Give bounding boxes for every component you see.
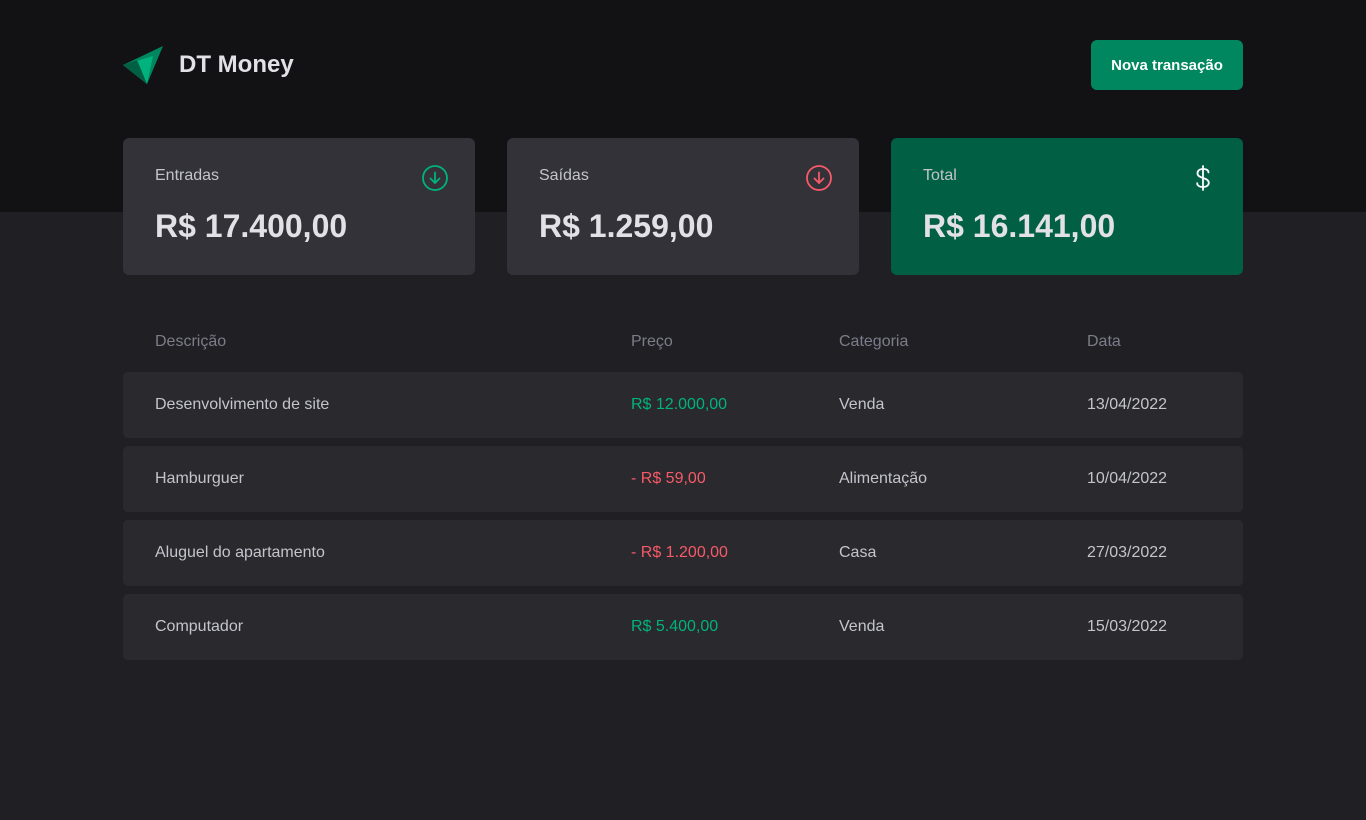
transaction-description: Hamburguer — [155, 470, 244, 487]
total-card: Total R$ 16.141,00 — [891, 138, 1243, 275]
transaction-price: R$ 5.400,00 — [631, 618, 719, 635]
transaction-date: 15/03/2022 — [1087, 618, 1168, 635]
outcome-value: R$ 1.259,00 — [539, 208, 714, 244]
transaction-price: - R$ 59,00 — [631, 470, 706, 487]
table-row[interactable]: Desenvolvimento de site R$ 12.000,00 Ven… — [123, 372, 1243, 438]
total-label: Total — [923, 167, 957, 184]
logo-icon — [123, 46, 163, 84]
new-transaction-button[interactable]: Nova transação — [1091, 40, 1243, 90]
brand: DT Money — [123, 46, 294, 84]
transaction-date: 27/03/2022 — [1087, 544, 1168, 561]
table-row[interactable]: Aluguel do apartamento - R$ 1.200,00 Cas… — [123, 520, 1243, 586]
summary-cards: Entradas R$ 17.400,00 Saídas R$ 1.259,00… — [123, 138, 1243, 275]
table-row[interactable]: Hamburguer - R$ 59,00 Alimentação 10/04/… — [123, 446, 1243, 512]
header: DT Money Nova transação — [123, 40, 1243, 90]
table-body: Desenvolvimento de site R$ 12.000,00 Ven… — [123, 372, 1243, 660]
transaction-date: 13/04/2022 — [1087, 396, 1168, 413]
transaction-description: Computador — [155, 618, 244, 635]
transaction-category: Venda — [839, 396, 885, 413]
transaction-price: - R$ 1.200,00 — [631, 544, 728, 561]
transaction-description: Desenvolvimento de site — [155, 396, 330, 413]
total-value: R$ 16.141,00 — [923, 208, 1116, 244]
income-label: Entradas — [155, 167, 220, 184]
income-value: R$ 17.400,00 — [155, 208, 348, 244]
transactions-table: Descrição Preço Categoria Data Desenvolv… — [123, 326, 1243, 668]
table-header: Descrição Preço Categoria Data — [123, 326, 1243, 358]
column-header-date: Data — [1087, 333, 1121, 350]
outcome-label: Saídas — [539, 167, 589, 184]
app-name: DT Money — [179, 51, 294, 78]
transaction-price: R$ 12.000,00 — [631, 396, 728, 413]
transaction-date: 10/04/2022 — [1087, 470, 1168, 487]
column-header-price: Preço — [631, 333, 673, 350]
table-row[interactable]: Computador R$ 5.400,00 Venda 15/03/2022 — [123, 594, 1243, 660]
dollar-icon — [1196, 165, 1210, 191]
column-header-category: Categoria — [839, 333, 909, 350]
column-header-description: Descrição — [155, 333, 227, 350]
transaction-category: Venda — [839, 618, 885, 635]
income-card: Entradas R$ 17.400,00 — [123, 138, 475, 275]
transaction-category: Casa — [839, 544, 877, 561]
arrow-circle-down-icon — [422, 165, 448, 191]
transaction-category: Alimentação — [839, 470, 928, 487]
transaction-description: Aluguel do apartamento — [155, 544, 325, 561]
outcome-card: Saídas R$ 1.259,00 — [507, 138, 859, 275]
arrow-circle-down-icon — [806, 165, 832, 191]
